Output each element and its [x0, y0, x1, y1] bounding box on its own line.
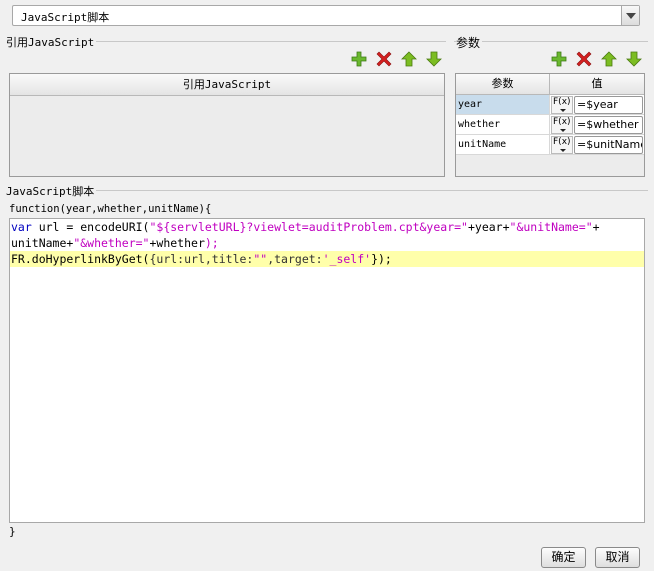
add-param-icon[interactable] — [551, 51, 567, 67]
param-value-field[interactable]: =$whether — [574, 116, 643, 134]
remove-param-icon[interactable] — [576, 51, 592, 67]
script-type-value: JavaScript脚本 — [21, 11, 110, 24]
formula-button[interactable]: F(x) — [551, 96, 573, 114]
move-up-ref-icon[interactable] — [401, 51, 417, 67]
param-section-title: 参数 — [456, 34, 483, 51]
param-value-field[interactable]: =$unitName — [574, 136, 643, 154]
script-section-title: JavaScript脚本 — [6, 183, 97, 199]
ok-button[interactable]: 确定 — [541, 547, 586, 568]
function-closing-brace: } — [9, 525, 16, 538]
param-name[interactable]: year — [456, 95, 550, 114]
chevron-down-icon[interactable] — [621, 6, 639, 25]
code-line: unitName+"&whether="+whether); — [11, 236, 219, 250]
remove-ref-icon[interactable] — [376, 51, 392, 67]
param-col-header[interactable]: 参数 — [456, 74, 550, 94]
script-type-dropdown[interactable]: JavaScript脚本 — [12, 5, 640, 26]
add-ref-icon[interactable] — [351, 51, 367, 67]
function-signature: function(year,whether,unitName){ — [9, 203, 212, 215]
formula-button[interactable]: F(x) — [551, 116, 573, 134]
formula-button[interactable]: F(x) — [551, 136, 573, 154]
script-editor[interactable]: var url = encodeURI("${servletURL}?viewl… — [9, 218, 645, 523]
ref-list-header[interactable]: 引用JavaScript — [10, 74, 444, 96]
ref-section-title: 引用JavaScript — [6, 34, 97, 50]
param-table-header: 参数 值 — [456, 74, 644, 95]
move-down-param-icon[interactable] — [626, 51, 642, 67]
param-value-field[interactable]: =$year — [574, 96, 643, 114]
param-row[interactable]: year F(x) =$year — [456, 95, 644, 115]
param-name[interactable]: whether — [456, 115, 550, 134]
param-name[interactable]: unitName — [456, 135, 550, 154]
param-row[interactable]: unitName F(x) =$unitName — [456, 135, 644, 155]
code-line: var url = encodeURI("${servletURL}?viewl… — [11, 220, 600, 234]
move-down-ref-icon[interactable] — [426, 51, 442, 67]
value-col-header[interactable]: 值 — [550, 74, 644, 94]
code-line-current: FR.doHyperlinkByGet({url:url,title:"",ta… — [10, 251, 644, 267]
param-table[interactable]: 参数 值 year F(x) =$year whether F(x) =$whe… — [455, 73, 645, 177]
ref-list[interactable]: 引用JavaScript — [9, 73, 445, 177]
script-section-divider — [6, 190, 648, 191]
cancel-button[interactable]: 取消 — [595, 547, 640, 568]
param-section-divider — [454, 41, 648, 42]
param-row[interactable]: whether F(x) =$whether — [456, 115, 644, 135]
move-up-param-icon[interactable] — [601, 51, 617, 67]
